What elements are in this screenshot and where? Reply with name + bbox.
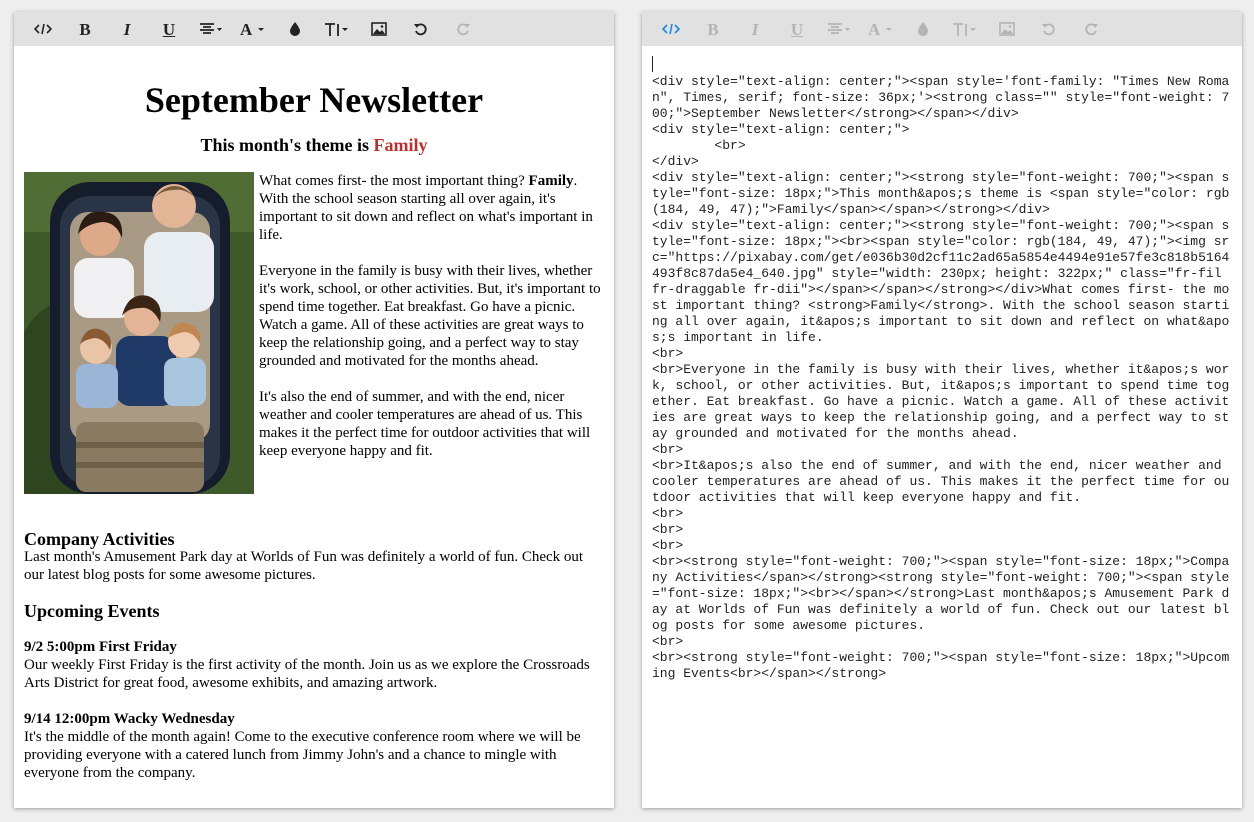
redo-icon xyxy=(1085,23,1098,36)
italic-icon: I xyxy=(751,19,759,39)
color-drop-icon xyxy=(918,22,928,36)
intro-section: What comes first- the most important thi… xyxy=(24,172,604,494)
color-drop-icon xyxy=(290,22,300,36)
underline-button[interactable]: U xyxy=(776,12,818,46)
align-dropdown-button[interactable] xyxy=(190,12,232,46)
code-view-button[interactable] xyxy=(650,12,692,46)
italic-button[interactable]: I xyxy=(734,12,776,46)
editor-toolbar-code-mode: B I U A xyxy=(642,12,1242,46)
svg-text:A: A xyxy=(868,21,881,37)
font-family-dropdown-button[interactable]: A xyxy=(860,12,902,46)
redo-icon xyxy=(457,23,470,36)
underline-button[interactable]: U xyxy=(148,12,190,46)
newsletter-title: September Newsletter xyxy=(144,80,484,120)
redo-button[interactable] xyxy=(1070,12,1112,46)
text-color-button[interactable] xyxy=(274,12,316,46)
insert-image-button[interactable] xyxy=(358,12,400,46)
font-family-icon: A xyxy=(240,21,264,37)
event-1-text: Our weekly First Friday is the first act… xyxy=(24,657,590,691)
font-size-icon xyxy=(325,23,348,36)
p1-start: What comes first- the most important thi… xyxy=(259,173,529,189)
insert-image-button[interactable] xyxy=(986,12,1028,46)
align-center-icon xyxy=(828,23,850,34)
text-color-button[interactable] xyxy=(902,12,944,46)
align-center-icon xyxy=(200,23,222,34)
company-activities-heading: Company Activities xyxy=(24,529,175,549)
font-size-icon xyxy=(953,23,976,36)
bold-icon: B xyxy=(79,19,91,39)
upcoming-events-heading: Upcoming Events xyxy=(24,601,160,621)
font-size-dropdown-button[interactable] xyxy=(316,12,358,46)
text-cursor xyxy=(652,56,653,72)
font-family-dropdown-button[interactable]: A xyxy=(232,12,274,46)
theme-word: Family xyxy=(373,135,428,155)
code-view-icon xyxy=(662,23,680,35)
event-2-text: It's the middle of the month again! Come… xyxy=(24,729,581,781)
undo-icon xyxy=(414,23,427,36)
undo-button[interactable] xyxy=(1028,12,1070,46)
html-source-textarea[interactable]: <div style="text-align: center;"><span s… xyxy=(642,46,1242,808)
image-icon xyxy=(999,22,1015,36)
code-view-icon xyxy=(34,23,52,35)
code-view-editor: B I U A <div style="text-align: center;"… xyxy=(642,12,1242,808)
bold-button[interactable]: B xyxy=(64,12,106,46)
italic-icon: I xyxy=(123,19,131,39)
event-1-title: 9/2 5:00pm First Friday xyxy=(24,639,177,655)
italic-button[interactable]: I xyxy=(106,12,148,46)
theme-line: This month's theme is Family xyxy=(24,136,604,154)
image-icon xyxy=(371,22,387,36)
font-size-dropdown-button[interactable] xyxy=(944,12,986,46)
company-activities-text: Last month's Amusement Park day at World… xyxy=(24,549,584,583)
underline-icon: U xyxy=(162,19,176,39)
p1-bold: Family xyxy=(528,173,574,189)
underline-icon: U xyxy=(790,19,804,39)
bold-icon: B xyxy=(707,19,719,39)
bold-button[interactable]: B xyxy=(692,12,734,46)
svg-text:A: A xyxy=(240,21,253,37)
wysiwyg-editor: B I U A September Newsletter This month'… xyxy=(14,12,614,808)
newsletter-content[interactable]: September Newsletter This month's theme … xyxy=(14,46,614,808)
code-view-button[interactable] xyxy=(22,12,64,46)
family-photo-illustration xyxy=(24,172,254,494)
editor-toolbar: B I U A xyxy=(14,12,614,46)
redo-button[interactable] xyxy=(442,12,484,46)
font-family-icon: A xyxy=(868,21,892,37)
undo-button[interactable] xyxy=(400,12,442,46)
html-source-text: <div style="text-align: center;"><span s… xyxy=(652,74,1230,681)
event-2-title: 9/14 12:00pm Wacky Wednesday xyxy=(24,711,235,727)
undo-icon xyxy=(1042,23,1055,36)
align-dropdown-button[interactable] xyxy=(818,12,860,46)
family-photo[interactable] xyxy=(24,172,254,494)
theme-prefix: This month's theme is xyxy=(200,135,374,155)
